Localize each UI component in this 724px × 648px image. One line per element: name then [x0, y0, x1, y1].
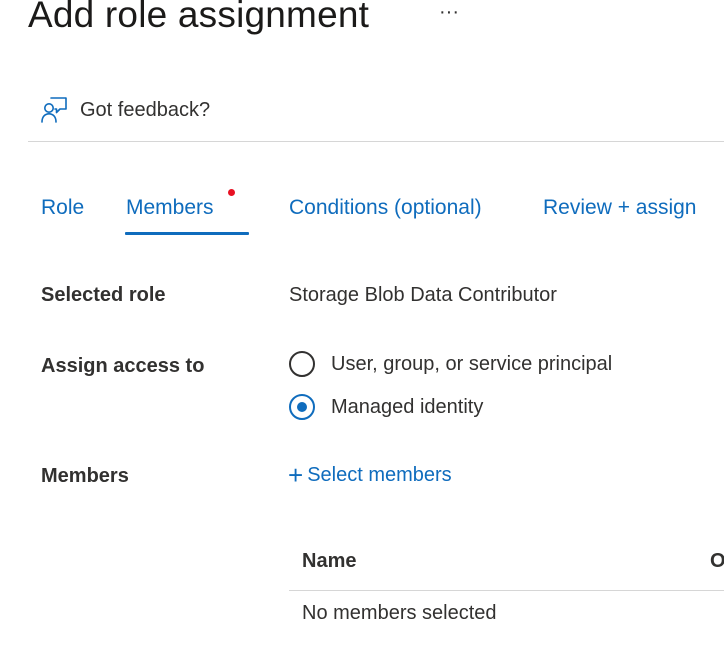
tab-conditions[interactable]: Conditions (optional)	[289, 196, 482, 220]
radio-checked-icon[interactable]	[289, 394, 315, 420]
feedback-label: Got feedback?	[80, 98, 211, 121]
add-role-assignment-page: Add role assignment ··· Got feedback? Ro…	[0, 0, 724, 648]
selected-role-label: Selected role	[41, 284, 166, 306]
assign-access-label: Assign access to	[41, 355, 205, 377]
radio-managed-identity[interactable]: Managed identity	[289, 394, 483, 420]
table-header-name: Name	[302, 550, 357, 572]
selected-role-value: Storage Blob Data Contributor	[289, 284, 557, 306]
table-empty-message: No members selected	[302, 602, 497, 624]
page-title: Add role assignment	[28, 0, 370, 35]
table-header-truncated: O	[710, 550, 724, 572]
selected-tab-indicator	[125, 232, 249, 235]
members-label: Members	[41, 465, 129, 487]
feedback-person-icon	[40, 96, 68, 124]
table-header-divider	[289, 590, 724, 591]
select-members-link[interactable]: + Select members	[288, 462, 452, 488]
plus-icon: +	[288, 460, 304, 490]
tab-members[interactable]: Members	[126, 196, 214, 220]
header-divider	[28, 141, 724, 142]
radio-label: User, group, or service principal	[331, 352, 613, 375]
tab-review-assign[interactable]: Review + assign	[543, 196, 697, 220]
ellipsis-icon[interactable]: ···	[439, 2, 459, 22]
select-members-label: Select members	[307, 463, 452, 486]
radio-user-group-service-principal[interactable]: User, group, or service principal	[289, 351, 612, 377]
feedback-button[interactable]: Got feedback?	[40, 96, 210, 124]
tab-role[interactable]: Role	[41, 196, 84, 220]
radio-unchecked-icon[interactable]	[289, 351, 315, 377]
required-indicator-dot	[228, 189, 235, 196]
radio-label: Managed identity	[331, 395, 484, 418]
